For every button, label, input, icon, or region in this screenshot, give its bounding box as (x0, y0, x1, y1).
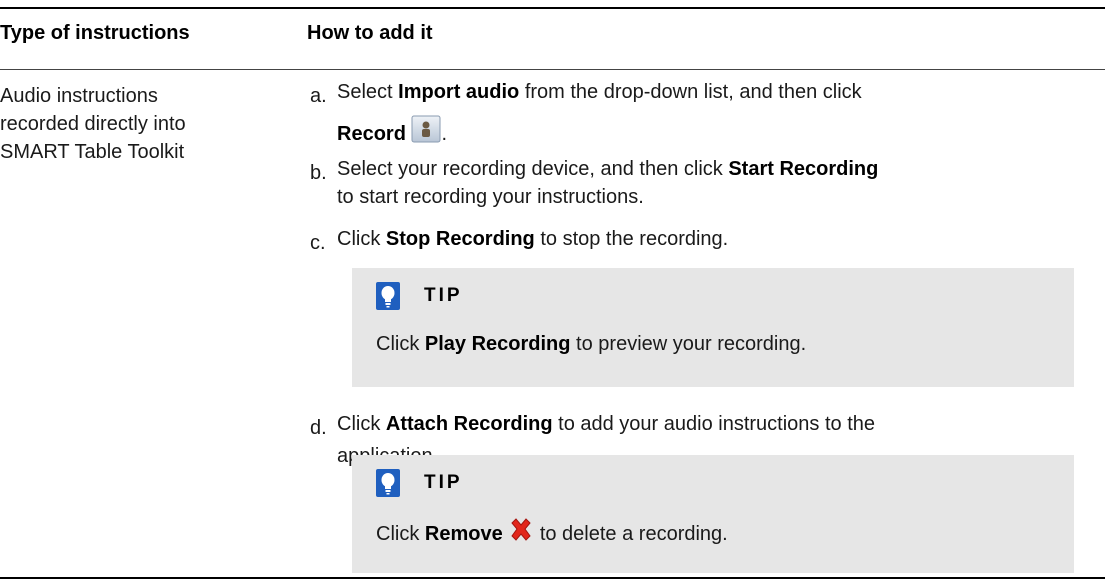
step-text-part: to stop the recording. (534, 228, 729, 250)
tip-bold-term: Remove (424, 523, 503, 545)
step-text-part: to start recording your instructions. (337, 186, 644, 208)
step-a: a. Select Import audio from the drop-dow… (310, 78, 1057, 151)
step-text: Click Stop Recording to stop the recordi… (337, 225, 1057, 253)
table-top-rule (0, 7, 1105, 9)
step-letter: d. (310, 417, 327, 439)
step-b: b. Select your recording device, and the… (310, 155, 1057, 211)
step-text: Record . (337, 115, 1057, 151)
tip-text-part: Click (376, 333, 425, 355)
step-letter: a. (310, 85, 327, 107)
step-letter: b. (310, 162, 327, 184)
type-line: recorded directly into (0, 113, 186, 135)
step-text: Select Import audio from the drop-down l… (337, 78, 1057, 106)
record-icon (411, 115, 441, 151)
tip-body: Click Play Recording to preview your rec… (376, 330, 806, 358)
table-header-rule (0, 69, 1105, 70)
tip-bold-term: Play Recording (424, 333, 571, 355)
tip-text-part: to delete a recording. (534, 523, 728, 545)
tip-text-part: to preview your recording. (570, 333, 807, 355)
step-text-part: Select (337, 81, 399, 103)
step-text: Select your recording device, and then c… (337, 155, 1057, 183)
tip-text-part: Click (376, 523, 425, 545)
step-bold-term: Stop Recording (385, 228, 535, 250)
step-text-part: Click (337, 413, 386, 435)
tip-box: TIP Click Remove to delete a recording. (352, 455, 1074, 573)
type-cell: Audio instructions recorded directly int… (0, 82, 290, 166)
tip-body: Click Remove to delete a recording. (376, 517, 728, 551)
header-how-to-add-it: How to add it (307, 22, 433, 44)
lightbulb-icon (376, 469, 400, 497)
step-text-part: Click (337, 228, 386, 250)
remove-x-icon (508, 517, 534, 551)
step-c: c. Click Stop Recording to stop the reco… (310, 225, 1057, 254)
type-line: Audio instructions (0, 85, 158, 107)
header-type-of-instructions: Type of instructions (0, 22, 190, 44)
step-text: to start recording your instructions. (337, 183, 1057, 211)
step-bold-term: Attach Recording (385, 413, 553, 435)
step-letter: c. (310, 232, 326, 254)
step-bold-term: Record (337, 123, 406, 145)
tip-label: TIP (424, 285, 463, 306)
step-bold-term: Import audio (398, 81, 520, 103)
step-text-part: from the drop-down list, and then click (519, 81, 862, 103)
tip-box: TIP Click Play Recording to preview your… (352, 268, 1074, 387)
step-text-part: . (441, 123, 448, 145)
type-line: SMART Table Toolkit (0, 141, 185, 163)
lightbulb-icon (376, 282, 400, 310)
step-text-part: Select your recording device, and then c… (337, 158, 729, 180)
step-bold-term: Start Recording (728, 158, 879, 180)
step-text: Click Attach Recording to add your audio… (337, 410, 1057, 438)
step-text-part: to add your audio instructions to the (552, 413, 875, 435)
tip-label: TIP (424, 472, 463, 493)
